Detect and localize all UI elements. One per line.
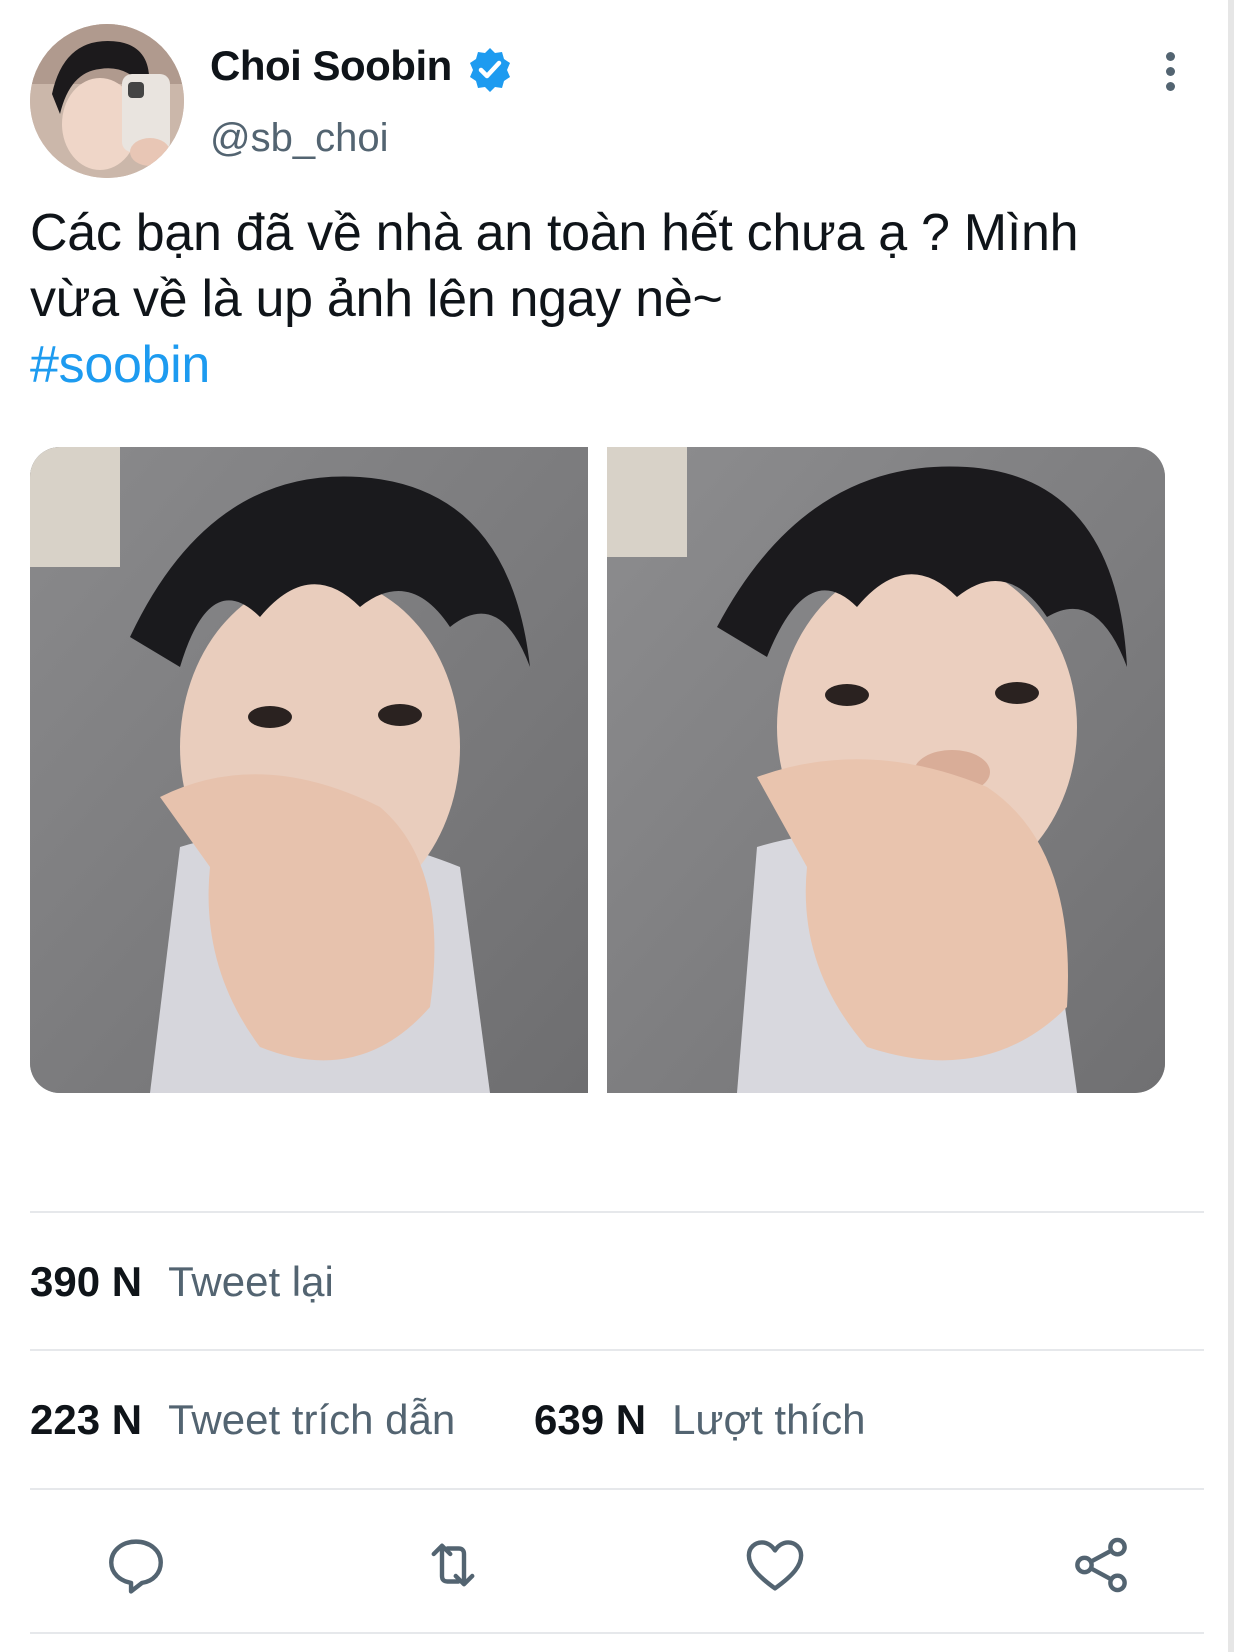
divider <box>30 1211 1204 1213</box>
more-options-icon[interactable] <box>1150 52 1190 102</box>
tweet-text-line: vừa về là up ảnh lên ngay nè~ <box>30 270 723 328</box>
tweet-photo-2[interactable] <box>607 447 1165 1093</box>
quotes-count: 223 N <box>30 1396 143 1443</box>
reply-icon[interactable] <box>103 1532 169 1598</box>
tweet-text-line: Các bạn đã về nhà an toàn hết chưa ạ ? M… <box>30 204 1079 262</box>
retweets-stat[interactable]: 390 N Tweet lại <box>30 1258 334 1306</box>
divider <box>30 1349 1204 1351</box>
likes-label: Lượt thích <box>672 1396 866 1443</box>
like-icon[interactable] <box>742 1532 808 1598</box>
retweet-icon[interactable] <box>420 1532 486 1598</box>
hashtag-link[interactable]: #soobin <box>30 332 1220 398</box>
likes-stat[interactable]: 639 N Lượt thích <box>534 1396 866 1444</box>
retweets-count: 390 N <box>30 1258 143 1305</box>
likes-count: 639 N <box>534 1396 647 1443</box>
tweet-photo-1[interactable] <box>30 447 588 1093</box>
tweet-text: Các bạn đã về nhà an toàn hết chưa ạ ? M… <box>30 200 1220 398</box>
screen-edge <box>1228 0 1234 1652</box>
divider <box>30 1488 1204 1490</box>
avatar[interactable] <box>30 24 184 178</box>
verified-badge-icon <box>466 46 514 94</box>
user-handle[interactable]: @sb_choi <box>210 116 388 161</box>
retweets-label: Tweet lại <box>168 1258 334 1305</box>
quotes-label: Tweet trích dẫn <box>168 1396 456 1443</box>
divider <box>30 1632 1204 1634</box>
display-name[interactable]: Choi Soobin <box>210 42 452 90</box>
quotes-stat[interactable]: 223 N Tweet trích dẫn <box>30 1396 455 1444</box>
share-icon[interactable] <box>1068 1532 1134 1598</box>
